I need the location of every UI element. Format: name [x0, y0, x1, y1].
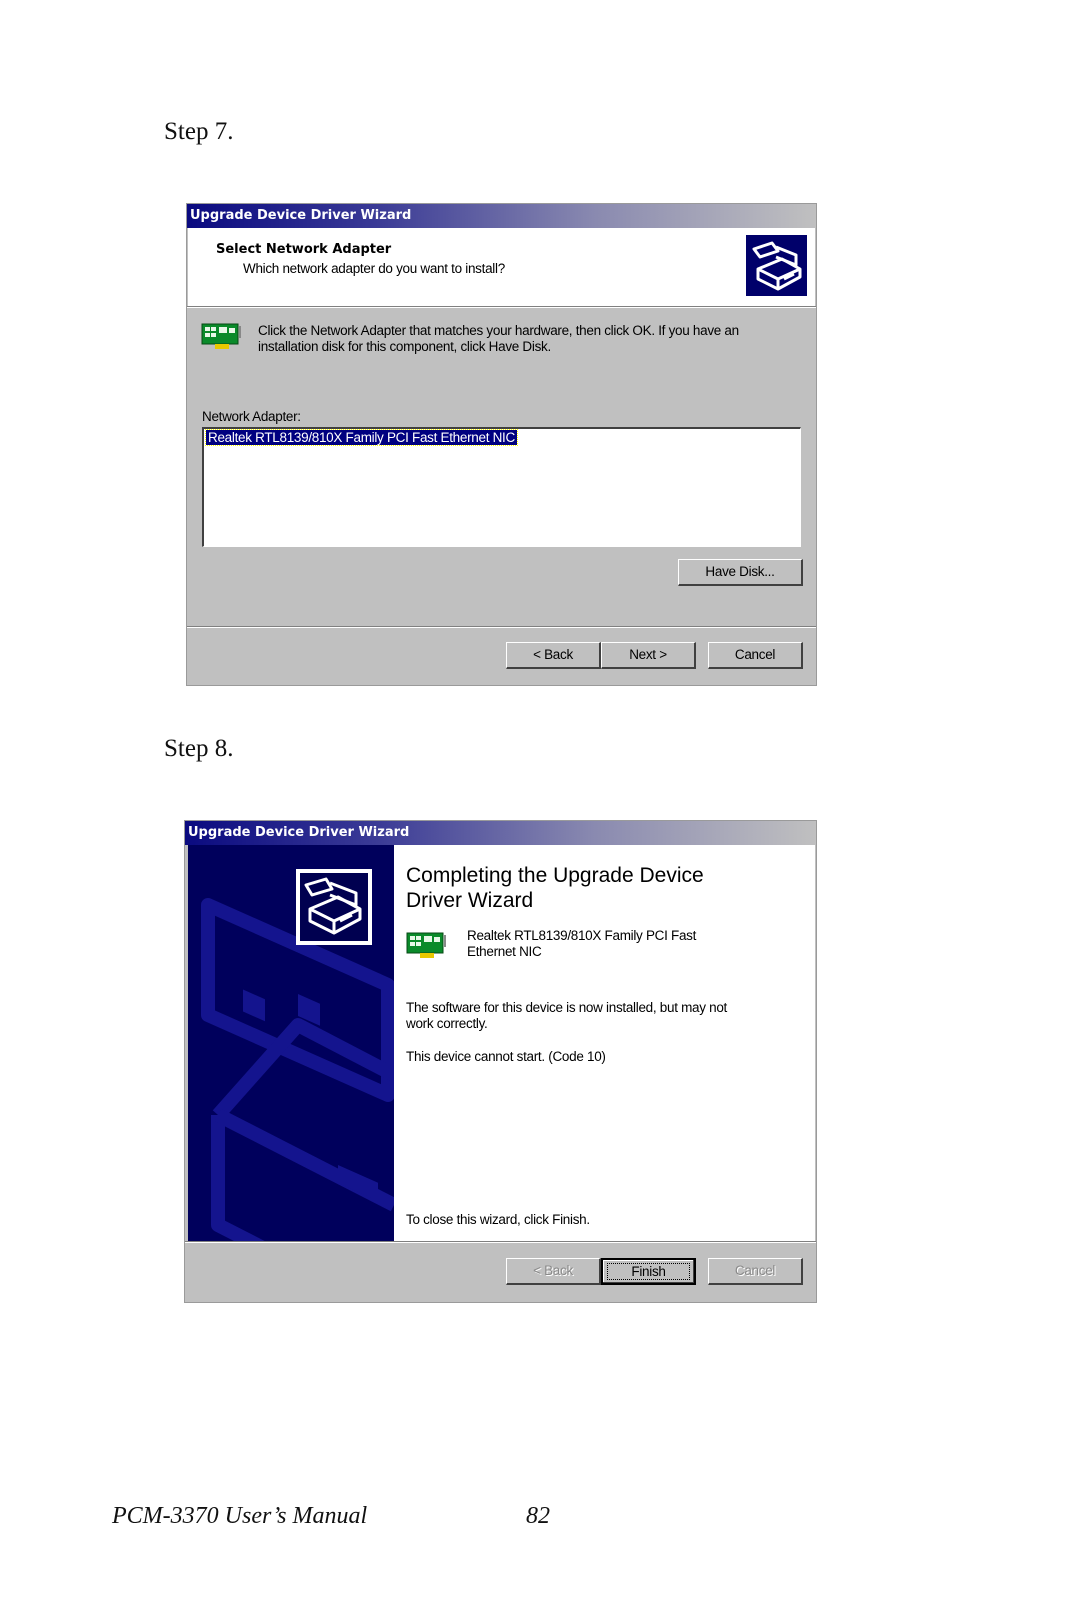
step7-back-button[interactable]: < Back: [506, 642, 601, 669]
network-card-icon: [201, 322, 241, 350]
focus-indicator: [607, 1263, 690, 1280]
finish-button[interactable]: Finish: [601, 1258, 696, 1285]
step7-list-label: Network Adapter:: [202, 409, 301, 424]
step7-header-panel: Select Network Adapter Which network ada…: [188, 228, 815, 306]
network-adapter-list-item[interactable]: Realtek RTL8139/810X Family PCI Fast Eth…: [205, 429, 518, 446]
completion-heading: Completing the Upgrade Device Driver Wiz…: [406, 864, 704, 912]
step7-header-subtitle: Which network adapter do you want to ins…: [243, 261, 505, 276]
step7-header-title: Select Network Adapter: [216, 242, 392, 257]
step7-heading: Step 7.: [164, 118, 234, 145]
step8-titlebar: Upgrade Device Driver Wizard: [185, 821, 816, 845]
step7-titlebar: Upgrade Device Driver Wizard: [187, 204, 816, 228]
step8-back-button[interactable]: < Back: [506, 1258, 601, 1285]
step8-content-panel: Completing the Upgrade Device Driver Wiz…: [394, 845, 815, 1241]
network-adapter-list[interactable]: Realtek RTL8139/810X Family PCI Fast Eth…: [202, 427, 801, 547]
have-disk-button[interactable]: Have Disk...: [678, 559, 803, 586]
step8-cancel-button[interactable]: Cancel: [708, 1258, 803, 1285]
manual-title: PCM-3370 User’s Manual: [112, 1503, 368, 1529]
step8-wizard-dialog: Upgrade Device Driver Wizard Completing …: [184, 820, 817, 1303]
page-number: 82: [526, 1503, 550, 1529]
network-card-icon: [406, 931, 446, 959]
step7-instruction: Click the Network Adapter that matches y…: [258, 323, 739, 354]
step7-wizard-dialog: Upgrade Device Driver Wizard Select Netw…: [186, 203, 817, 686]
step7-next-button[interactable]: Next >: [601, 642, 696, 669]
hardware-wizard-icon: [296, 869, 372, 945]
hardware-wizard-icon: [746, 235, 807, 296]
step7-cancel-button[interactable]: Cancel: [708, 642, 803, 669]
wizard-sidebar-graphic: [188, 845, 394, 1241]
status-message: The software for this device is now inst…: [406, 1000, 728, 1031]
step8-heading: Step 8.: [164, 735, 234, 762]
close-hint: To close this wizard, click Finish.: [406, 1212, 590, 1227]
device-name: Realtek RTL8139/810X Family PCI Fast Eth…: [467, 928, 697, 959]
error-message: This device cannot start. (Code 10): [406, 1049, 606, 1064]
